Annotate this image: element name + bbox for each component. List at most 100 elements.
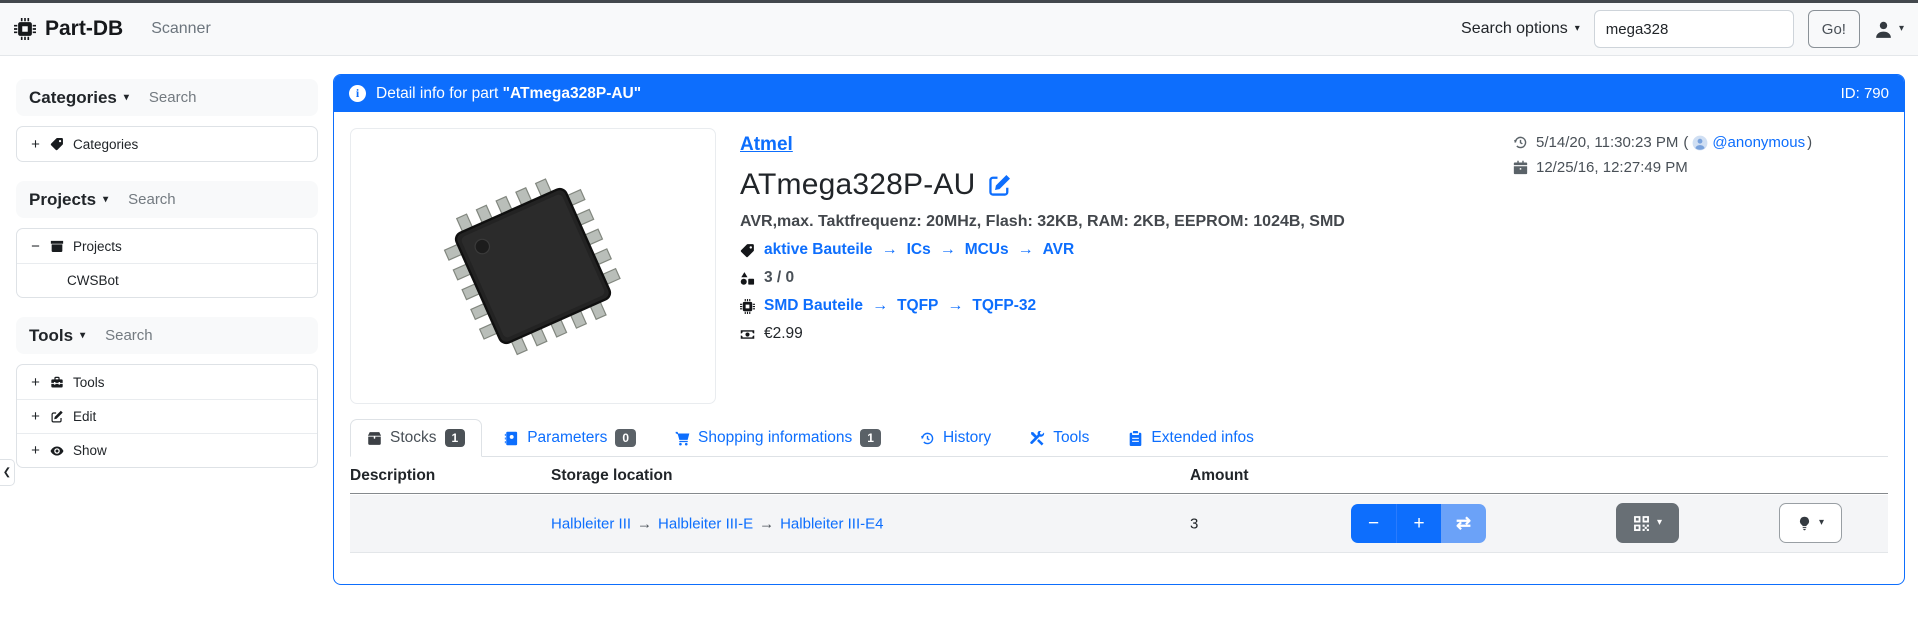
categories-dropdown-toggle[interactable]: Categories ▾ xyxy=(29,88,129,108)
tab-stocks[interactable]: Stocks 1 xyxy=(350,419,482,457)
search-options-dropdown[interactable]: Search options ▾ xyxy=(1461,20,1580,38)
collapse-minus-icon[interactable]: − xyxy=(30,238,41,255)
history-icon xyxy=(1513,135,1528,150)
modified-user-link[interactable]: @anonymous xyxy=(1712,134,1805,151)
category-link[interactable]: ICs xyxy=(907,241,931,259)
storage-location-link[interactable]: Halbleiter III-E4 xyxy=(780,515,883,532)
led-locate-dropdown-button[interactable]: ▾ xyxy=(1779,503,1842,543)
footprint-line: SMD Bauteile → TQFP → TQFP-32 xyxy=(740,297,1345,315)
archive-box-icon xyxy=(50,239,64,253)
chevron-down-icon: ▾ xyxy=(124,93,129,103)
paren-open: ( xyxy=(1683,134,1688,151)
move-stock-button[interactable]: ⇄ xyxy=(1441,504,1486,543)
projects-tree: − Projects CWSBot xyxy=(16,228,318,298)
microchip-icon xyxy=(740,299,755,314)
tab-label: Extended infos xyxy=(1151,429,1254,447)
address-book-icon xyxy=(504,431,519,446)
projects-search-input[interactable] xyxy=(128,191,258,208)
part-image-preview[interactable] xyxy=(350,128,716,404)
edit-part-icon[interactable] xyxy=(988,174,1011,197)
search-go-button[interactable]: Go! xyxy=(1808,10,1860,48)
expand-plus-icon[interactable]: + xyxy=(30,136,41,153)
brand-title: Part-DB xyxy=(45,17,123,41)
tab-parameters[interactable]: Parameters 0 xyxy=(487,419,653,457)
barcode-dropdown-button[interactable]: ▾ xyxy=(1616,503,1679,543)
categories-section-header: Categories ▾ xyxy=(16,79,318,116)
add-stock-button[interactable]: + xyxy=(1396,504,1441,543)
expand-plus-icon[interactable]: + xyxy=(30,374,41,391)
global-search-input[interactable] xyxy=(1594,10,1794,48)
item-label: Tools xyxy=(73,375,105,390)
item-label: Edit xyxy=(73,409,96,424)
tab-shopping-informations[interactable]: Shopping informations 1 xyxy=(658,419,898,457)
toolbox-icon xyxy=(50,375,64,389)
stock-table-row: Halbleiter III→Halbleiter III-E→Halbleit… xyxy=(350,495,1888,553)
tag-icon xyxy=(740,243,755,258)
tools-tree: + Tools + Edit + Show xyxy=(16,364,318,468)
categories-tree: + Categories xyxy=(16,126,318,162)
part-detail-card: i Detail info for part "ATmega328P-AU" I… xyxy=(333,74,1905,585)
arrow-right-icon: → xyxy=(940,241,956,259)
edit-square-icon xyxy=(50,410,64,424)
tools-search-input[interactable] xyxy=(105,327,235,344)
storage-location-link[interactable]: Halbleiter III-E xyxy=(658,515,753,532)
category-link[interactable]: aktive Bauteile xyxy=(764,241,873,259)
projects-title: Projects xyxy=(29,190,96,210)
projects-dropdown-toggle[interactable]: Projects ▾ xyxy=(29,190,108,210)
categories-title: Categories xyxy=(29,88,117,108)
search-options-label: Search options xyxy=(1461,20,1568,38)
qfp-chip-image xyxy=(408,146,658,386)
screwdriver-wrench-icon xyxy=(1030,431,1045,446)
stock-quantity-button-group: − + ⇄ xyxy=(1351,504,1486,543)
tab-tools[interactable]: Tools xyxy=(1013,419,1106,457)
sidebar-item-show[interactable]: + Show xyxy=(17,433,317,467)
arrow-right-icon: → xyxy=(872,297,888,315)
header-part-name: "ATmega328P-AU" xyxy=(503,85,641,102)
part-price: €2.99 xyxy=(764,325,803,343)
sidebar-collapse-handle[interactable]: ❮ xyxy=(0,459,15,486)
modified-datetime: 5/14/20, 11:30:23 PM xyxy=(1536,134,1678,151)
app-brand[interactable]: Part-DB xyxy=(14,17,123,41)
storage-location-link[interactable]: Halbleiter III xyxy=(551,515,631,532)
tab-history[interactable]: History xyxy=(903,419,1008,457)
tab-count-badge: 0 xyxy=(615,429,636,447)
sidebar-item-categories[interactable]: + Categories xyxy=(17,127,317,161)
item-label: CWSBot xyxy=(67,273,119,288)
eye-icon xyxy=(50,444,64,458)
part-id-badge: ID: 790 xyxy=(1841,85,1889,102)
arrow-right-icon: → xyxy=(1018,241,1034,259)
category-link[interactable]: AVR xyxy=(1043,241,1075,259)
user-menu-dropdown[interactable]: ▾ xyxy=(1874,20,1904,39)
clipboard-icon xyxy=(1128,431,1143,446)
tab-label: Shopping informations xyxy=(698,429,852,447)
tools-section-header: Tools ▾ xyxy=(16,317,318,354)
tab-extended-infos[interactable]: Extended infos xyxy=(1111,419,1271,457)
part-name-title: ATmega328P-AU xyxy=(740,168,975,202)
withdraw-stock-button[interactable]: − xyxy=(1351,504,1396,543)
sidebar-item-projects[interactable]: − Projects xyxy=(17,229,317,263)
category-line: aktive Bauteile → ICs → MCUs → AVR xyxy=(740,241,1345,259)
header-prefix: Detail info for part xyxy=(376,85,498,102)
tab-label: History xyxy=(943,429,991,447)
chevron-down-icon: ▾ xyxy=(1819,518,1824,528)
categories-search-input[interactable] xyxy=(149,89,279,106)
arrow-right-icon: → xyxy=(947,297,963,315)
footprint-link[interactable]: TQFP-32 xyxy=(972,297,1036,315)
history-icon xyxy=(920,431,935,446)
tools-dropdown-toggle[interactable]: Tools ▾ xyxy=(29,326,85,346)
arrow-right-icon: → xyxy=(882,241,898,259)
category-link[interactable]: MCUs xyxy=(965,241,1009,259)
expand-plus-icon[interactable]: + xyxy=(30,408,41,425)
sidebar-item-tools[interactable]: + Tools xyxy=(17,365,317,399)
footprint-link[interactable]: TQFP xyxy=(897,297,938,315)
created-datetime: 12/25/16, 12:27:49 PM xyxy=(1536,159,1688,176)
nav-scanner-link[interactable]: Scanner xyxy=(151,20,211,38)
footprint-link[interactable]: SMD Bauteile xyxy=(764,297,863,315)
money-bill-icon xyxy=(740,327,755,342)
stock-table-header: Description Storage location Amount xyxy=(350,464,1888,494)
expand-plus-icon[interactable]: + xyxy=(30,442,41,459)
user-icon xyxy=(1874,20,1893,39)
sidebar-item-edit[interactable]: + Edit xyxy=(17,399,317,433)
sidebar-item-cwsbot[interactable]: CWSBot xyxy=(17,263,317,297)
manufacturer-link[interactable]: Atmel xyxy=(740,134,793,156)
